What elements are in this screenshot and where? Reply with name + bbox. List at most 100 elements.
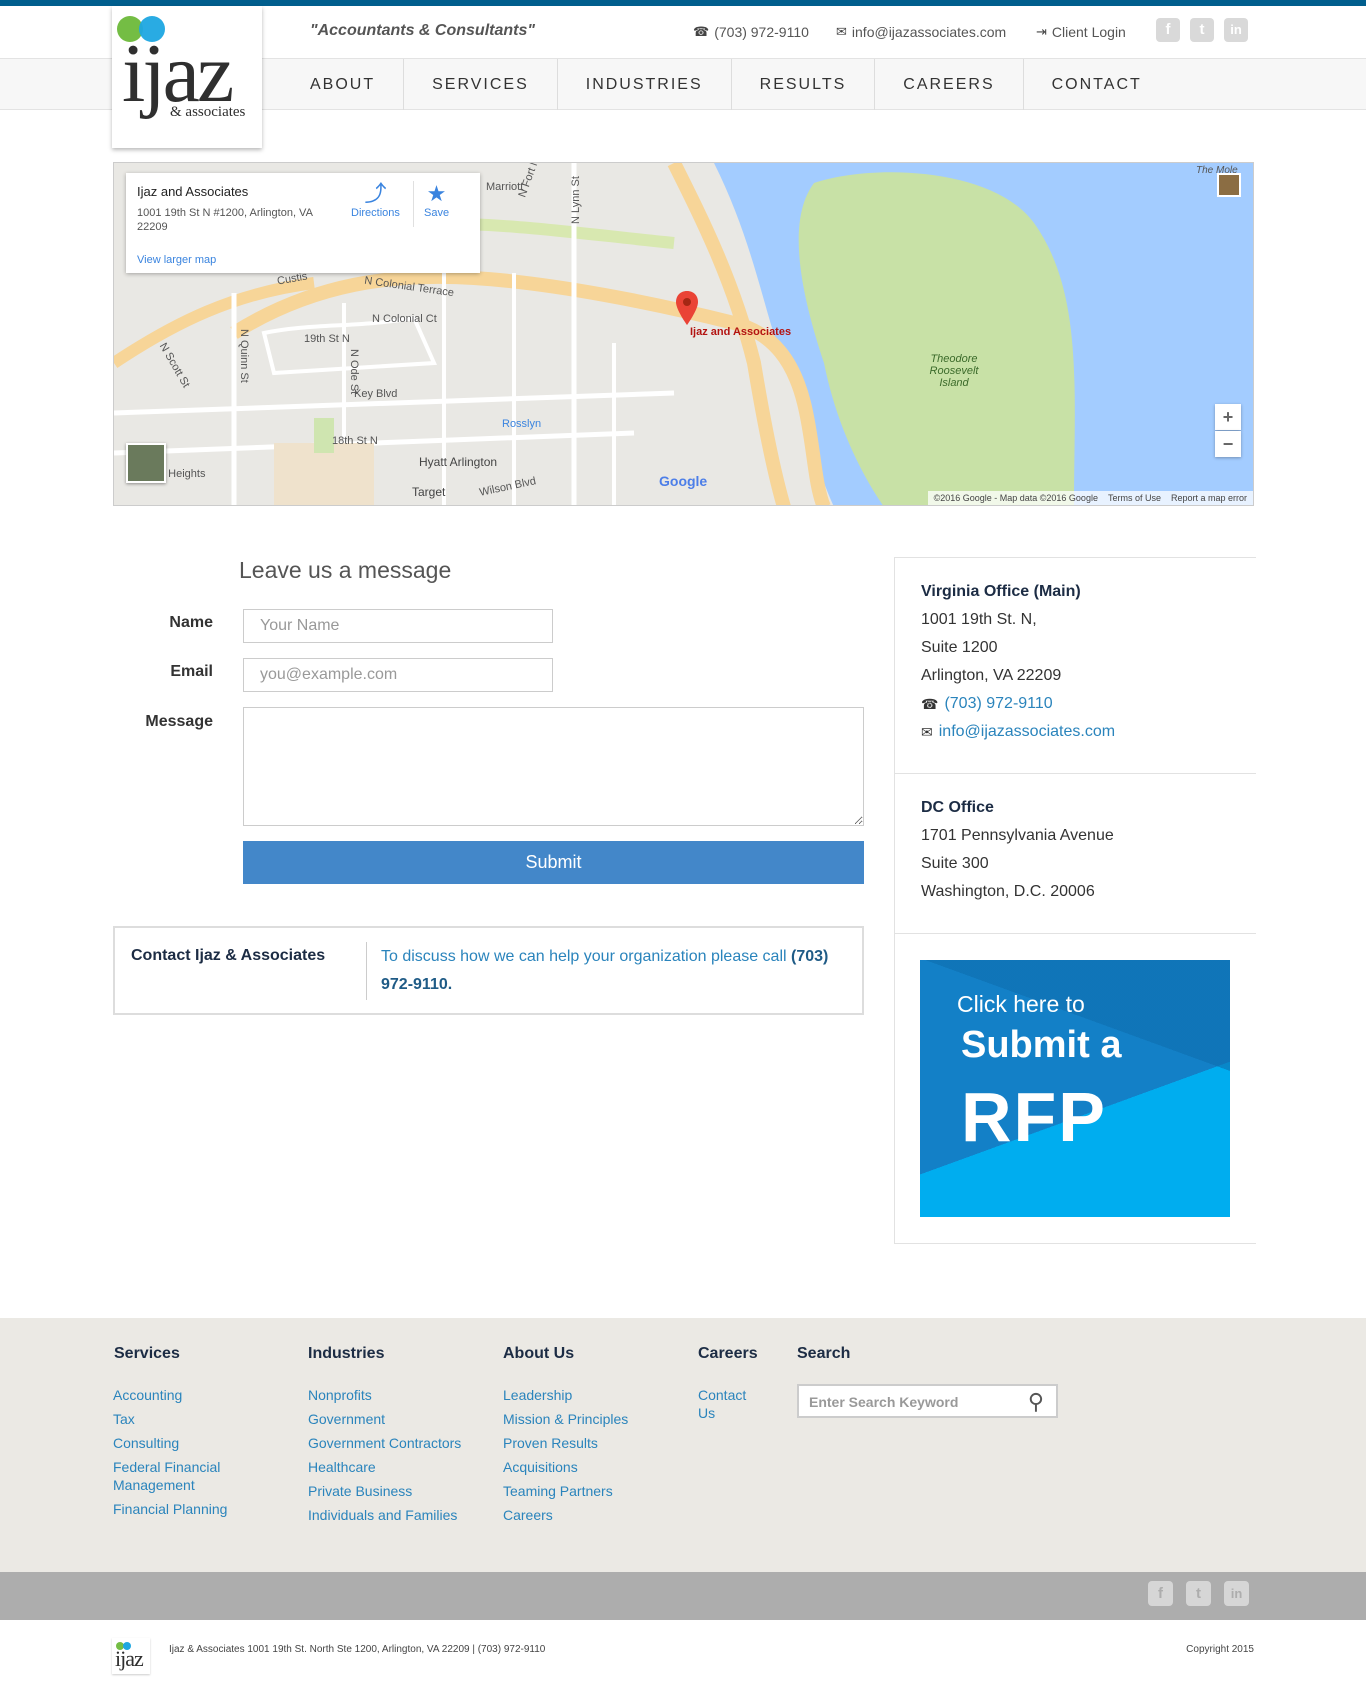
facebook-icon[interactable]: f <box>1156 18 1180 42</box>
footer-link-acquisitions[interactable]: Acquisitions <box>503 1458 578 1476</box>
directions-icon: ⤴ <box>364 181 387 206</box>
main-navigation: ABOUT SERVICES INDUSTRIES RESULTS CAREER… <box>282 59 1170 110</box>
sidebar-bottom-separator <box>895 1243 1256 1244</box>
form-title: Leave us a message <box>239 557 452 583</box>
map-info-card: Ijaz and Associates 1001 19th St N #1200… <box>126 173 480 273</box>
footer-link-healthcare[interactable]: Healthcare <box>308 1458 376 1476</box>
virginia-address-line2: Suite 1200 <box>921 639 998 656</box>
sidebar-top-separator <box>895 557 1256 558</box>
footer-link-leadership[interactable]: Leadership <box>503 1386 572 1404</box>
footer-industries-title: Industries <box>308 1345 385 1362</box>
footer-search-input[interactable] <box>809 1392 1009 1412</box>
footer-link-tax[interactable]: Tax <box>113 1410 135 1428</box>
map-marker-label: Ijaz and Associates <box>690 326 792 338</box>
virginia-phone-link[interactable]: ☎ (703) 972-9110 <box>921 695 1053 713</box>
map-attribution: ©2016 Google - Map data ©2016 Google <box>933 493 1098 503</box>
email-input[interactable] <box>243 658 553 692</box>
save-label: Save <box>424 207 450 219</box>
map-report-link[interactable]: Report a map error <box>1171 493 1247 503</box>
footer-link-individuals-families[interactable]: Individuals and Families <box>308 1506 457 1524</box>
footer-link-mission[interactable]: Mission & Principles <box>503 1410 628 1428</box>
footer-link-government[interactable]: Government <box>308 1410 385 1428</box>
footer-link-proven-results[interactable]: Proven Results <box>503 1434 598 1452</box>
dc-address-line1: 1701 Pennsylvania Avenue <box>921 827 1114 844</box>
footer-logo-wordmark: ijaz <box>115 1646 144 1671</box>
footer-link-teaming-partners[interactable]: Teaming Partners <box>503 1482 613 1500</box>
map-label-lynn-st-top: N Lynn St <box>570 176 582 224</box>
zoom-in-button[interactable]: + <box>1215 404 1241 430</box>
nav-careers[interactable]: CAREERS <box>875 59 1024 110</box>
envelope-icon: ✉ <box>921 723 933 740</box>
nav-about[interactable]: ABOUT <box>282 59 405 110</box>
map-footer: ©2016 Google - Map data ©2016 Google Ter… <box>927 491 1253 505</box>
footer-careers-title: Careers <box>698 1345 758 1362</box>
save-button[interactable]: ★ Save <box>424 181 449 219</box>
map-label-quinn-st: N Quinn St <box>238 329 250 383</box>
footer-twitter-icon[interactable]: t <box>1186 1581 1211 1606</box>
contact-callout-text: To discuss how we can help your organiza… <box>381 948 787 965</box>
header-email-link[interactable]: ✉ info@ijazassociates.com <box>836 24 1006 40</box>
tagline: "Accountants & Consultants" <box>310 22 535 39</box>
map-terms-link[interactable]: Terms of Use <box>1108 493 1161 503</box>
phone-icon: ☎ <box>921 695 939 712</box>
map-label-key-blvd: Key Blvd <box>354 388 398 400</box>
footer-facebook-icon[interactable]: f <box>1148 1581 1173 1606</box>
message-textarea[interactable] <box>243 707 864 826</box>
contact-callout-divider <box>366 942 367 1000</box>
map-place-name: Ijaz and Associates <box>137 184 249 199</box>
footer-link-consulting[interactable]: Consulting <box>113 1434 179 1452</box>
sidebar-separator-2 <box>895 933 1256 934</box>
map-label-roosevelt-island: Theodore Roosevelt Island <box>929 353 979 389</box>
map-label-colonial-ct: N Colonial Ct <box>372 313 437 325</box>
footer-link-federal-financial-management[interactable]: Federal Financial Management <box>113 1458 243 1494</box>
zoom-out-button[interactable]: − <box>1215 431 1241 457</box>
nav-industries[interactable]: INDUSTRIES <box>558 59 732 110</box>
virginia-address-line3: Arlington, VA 22209 <box>921 667 1062 684</box>
submit-button[interactable]: Submit <box>243 841 864 884</box>
nav-services[interactable]: SERVICES <box>404 59 558 110</box>
footer-link-nonprofits[interactable]: Nonprofits <box>308 1386 372 1404</box>
contact-callout: Contact Ijaz & Associates To discuss how… <box>113 926 864 1015</box>
client-login-link[interactable]: ⇥ Client Login <box>1036 24 1126 40</box>
dc-office-name: DC Office <box>921 799 994 816</box>
view-larger-map-link[interactable]: View larger map <box>137 254 216 266</box>
footer-link-private-business[interactable]: Private Business <box>308 1482 412 1500</box>
google-map[interactable]: Marriott N Fort Myer Dr N Lynn St N Colo… <box>113 162 1254 506</box>
rfp-line2: Submit a <box>961 1024 1122 1066</box>
name-input[interactable] <box>243 609 553 643</box>
search-icon[interactable]: ⚲ <box>1028 1389 1044 1415</box>
submit-rfp-banner[interactable]: Click here to Submit a RFP <box>920 960 1230 1217</box>
footer-linkedin-icon[interactable]: in <box>1224 1581 1249 1606</box>
login-icon: ⇥ <box>1036 24 1047 39</box>
footer <box>0 1318 1366 1572</box>
footer-link-government-contractors[interactable]: Government Contractors <box>308 1434 461 1452</box>
name-label: Name <box>169 614 213 631</box>
pegman-icon[interactable] <box>1217 173 1241 197</box>
map-marker[interactable] <box>676 291 698 330</box>
footer-link-accounting[interactable]: Accounting <box>113 1386 182 1404</box>
client-login-text: Client Login <box>1051 24 1126 40</box>
star-icon: ★ <box>426 181 447 206</box>
header-phone-link[interactable]: ☎ (703) 972-9110 <box>693 24 809 40</box>
header-phone-text: (703) 972-9110 <box>714 24 809 40</box>
map-place-address: 1001 19th St N #1200, Arlington, VA 2220… <box>137 207 313 233</box>
virginia-email-link[interactable]: ✉ info@ijazassociates.com <box>921 723 1115 741</box>
nav-contact[interactable]: CONTACT <box>1024 59 1170 110</box>
twitter-icon[interactable]: t <box>1190 18 1214 42</box>
directions-button[interactable]: ⤴ Directions <box>351 181 400 219</box>
footer-link-contact-us[interactable]: Contact Us <box>698 1386 758 1422</box>
map-pin-icon <box>676 291 698 325</box>
footer-services-title: Services <box>114 1345 180 1362</box>
footer-link-careers[interactable]: Careers <box>503 1506 553 1524</box>
footer-logo[interactable]: ijaz <box>112 1638 150 1674</box>
footer-about-title: About Us <box>503 1345 575 1362</box>
map-card-divider <box>413 181 414 227</box>
rfp-line3: RFP <box>961 1078 1107 1156</box>
contact-callout-title: Contact Ijaz & Associates <box>131 947 326 964</box>
satellite-toggle[interactable] <box>126 443 166 483</box>
nav-results[interactable]: RESULTS <box>732 59 876 110</box>
email-label: Email <box>170 663 213 680</box>
site-logo[interactable]: ijaz & associates <box>112 6 262 148</box>
footer-link-financial-planning[interactable]: Financial Planning <box>113 1500 227 1518</box>
linkedin-icon[interactable]: in <box>1224 18 1248 42</box>
